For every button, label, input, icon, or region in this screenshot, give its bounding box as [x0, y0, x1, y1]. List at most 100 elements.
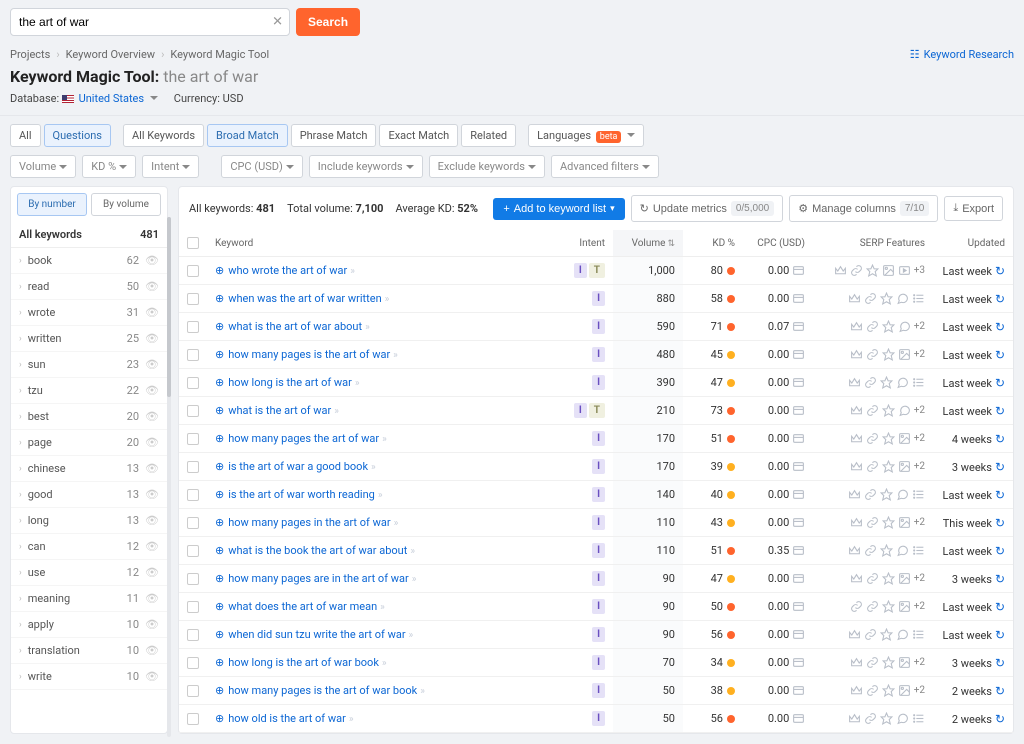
- col-serp[interactable]: SERP Features: [813, 230, 933, 257]
- add-icon[interactable]: ⊕: [215, 264, 224, 277]
- tab-questions[interactable]: Questions: [44, 124, 111, 147]
- row-checkbox[interactable]: [187, 545, 199, 557]
- keyword-link[interactable]: how old is the art of war: [228, 712, 346, 725]
- keyword-link[interactable]: when was the art of war written: [228, 292, 381, 305]
- add-icon[interactable]: ⊕: [215, 404, 224, 417]
- sidebar-item[interactable]: ›book62👁: [11, 248, 167, 274]
- manage-columns-button[interactable]: ⚙ Manage columns 7/10: [789, 195, 938, 222]
- refresh-icon[interactable]: ↻: [995, 376, 1005, 390]
- add-icon[interactable]: ⊕: [215, 656, 224, 669]
- eye-icon[interactable]: 👁: [145, 566, 159, 579]
- keyword-link[interactable]: what is the book the art of war about: [228, 544, 407, 557]
- add-icon[interactable]: ⊕: [215, 628, 224, 641]
- eye-icon[interactable]: 👁: [145, 644, 159, 657]
- keyword-link[interactable]: is the art of war a good book: [228, 460, 368, 473]
- tab-all[interactable]: All: [10, 124, 41, 147]
- sidebar-item[interactable]: ›good13👁: [11, 482, 167, 508]
- refresh-icon[interactable]: ↻: [995, 460, 1005, 474]
- refresh-icon[interactable]: ↻: [995, 264, 1005, 278]
- sidebar-item[interactable]: ›read50👁: [11, 274, 167, 300]
- eye-icon[interactable]: 👁: [145, 670, 159, 683]
- add-icon[interactable]: ⊕: [215, 600, 224, 613]
- keyword-link[interactable]: what does the art of war mean: [228, 600, 377, 613]
- eye-icon[interactable]: 👁: [145, 358, 159, 371]
- tab-related[interactable]: Related: [461, 124, 516, 147]
- add-icon[interactable]: ⊕: [215, 460, 224, 473]
- refresh-icon[interactable]: ↻: [995, 544, 1005, 558]
- col-cpc[interactable]: CPC (USD): [743, 230, 813, 257]
- add-to-list-button[interactable]: + Add to keyword list ▾: [493, 198, 624, 220]
- refresh-icon[interactable]: ↻: [995, 292, 1005, 306]
- sidebar-item[interactable]: ›best20👁: [11, 404, 167, 430]
- eye-icon[interactable]: 👁: [145, 410, 159, 423]
- add-icon[interactable]: ⊕: [215, 376, 224, 389]
- row-checkbox[interactable]: [187, 685, 199, 697]
- keyword-link[interactable]: how long is the art of war book: [228, 656, 379, 669]
- serp-more-count[interactable]: +2: [914, 433, 925, 444]
- crumb-overview[interactable]: Keyword Overview: [66, 48, 155, 61]
- eye-icon[interactable]: 👁: [145, 488, 159, 501]
- serp-more-count[interactable]: +2: [914, 657, 925, 668]
- clear-icon[interactable]: ✕: [272, 15, 283, 30]
- sidebar-item[interactable]: ›written25👁: [11, 326, 167, 352]
- sidebar-tab-by-number[interactable]: By number: [17, 193, 87, 216]
- tab-broad-match[interactable]: Broad Match: [207, 124, 288, 147]
- sidebar-item[interactable]: ›wrote31👁: [11, 300, 167, 326]
- row-checkbox[interactable]: [187, 293, 199, 305]
- serp-more-count[interactable]: +3: [914, 265, 925, 276]
- sidebar-item[interactable]: ›page20👁: [11, 430, 167, 456]
- filter-cpc[interactable]: CPC (USD): [221, 155, 302, 178]
- refresh-icon[interactable]: ↻: [995, 572, 1005, 586]
- eye-icon[interactable]: 👁: [145, 436, 159, 449]
- add-icon[interactable]: ⊕: [215, 516, 224, 529]
- refresh-icon[interactable]: ↻: [995, 432, 1005, 446]
- row-checkbox[interactable]: [187, 433, 199, 445]
- refresh-icon[interactable]: ↻: [995, 656, 1005, 670]
- keyword-link[interactable]: what is the art of war: [228, 404, 331, 417]
- keyword-link[interactable]: what is the art of war about: [228, 320, 362, 333]
- row-checkbox[interactable]: [187, 573, 199, 585]
- col-kd[interactable]: KD %: [683, 230, 743, 257]
- row-checkbox[interactable]: [187, 629, 199, 641]
- eye-icon[interactable]: 👁: [145, 514, 159, 527]
- sidebar-item[interactable]: ›tzu22👁: [11, 378, 167, 404]
- crumb-projects[interactable]: Projects: [10, 48, 50, 61]
- sidebar-item[interactable]: ›write10👁: [11, 664, 167, 690]
- row-checkbox[interactable]: [187, 489, 199, 501]
- refresh-icon[interactable]: ↻: [995, 516, 1005, 530]
- keyword-research-link[interactable]: ☷ Keyword Research: [910, 48, 1014, 61]
- add-icon[interactable]: ⊕: [215, 572, 224, 585]
- eye-icon[interactable]: 👁: [145, 332, 159, 345]
- refresh-icon[interactable]: ↻: [995, 712, 1005, 726]
- refresh-icon[interactable]: ↻: [995, 320, 1005, 334]
- eye-icon[interactable]: 👁: [145, 462, 159, 475]
- row-checkbox[interactable]: [187, 377, 199, 389]
- eye-icon[interactable]: 👁: [145, 540, 159, 553]
- filter-exclude[interactable]: Exclude keywords: [429, 155, 545, 178]
- eye-icon[interactable]: 👁: [145, 306, 159, 319]
- eye-icon[interactable]: 👁: [145, 592, 159, 605]
- sidebar-item[interactable]: ›apply10👁: [11, 612, 167, 638]
- refresh-icon[interactable]: ↻: [995, 628, 1005, 642]
- serp-more-count[interactable]: +2: [914, 321, 925, 332]
- tab-all-keywords[interactable]: All Keywords: [123, 124, 204, 147]
- export-button[interactable]: ⤓ Export: [944, 196, 1003, 221]
- row-checkbox[interactable]: [187, 321, 199, 333]
- keyword-link[interactable]: how long is the art of war: [228, 376, 352, 389]
- row-checkbox[interactable]: [187, 405, 199, 417]
- add-icon[interactable]: ⊕: [215, 544, 224, 557]
- serp-more-count[interactable]: +2: [914, 349, 925, 360]
- select-all-checkbox[interactable]: [187, 237, 199, 249]
- add-icon[interactable]: ⊕: [215, 320, 224, 333]
- add-icon[interactable]: ⊕: [215, 432, 224, 445]
- search-input[interactable]: [11, 9, 289, 35]
- row-checkbox[interactable]: [187, 265, 199, 277]
- scrollbar[interactable]: [167, 217, 171, 737]
- filter-kd[interactable]: KD %: [82, 155, 136, 178]
- add-icon[interactable]: ⊕: [215, 488, 224, 501]
- row-checkbox[interactable]: [187, 657, 199, 669]
- filter-volume[interactable]: Volume: [10, 155, 76, 178]
- sidebar-item[interactable]: ›use12👁: [11, 560, 167, 586]
- serp-more-count[interactable]: +2: [914, 601, 925, 612]
- col-keyword[interactable]: Keyword: [207, 230, 563, 257]
